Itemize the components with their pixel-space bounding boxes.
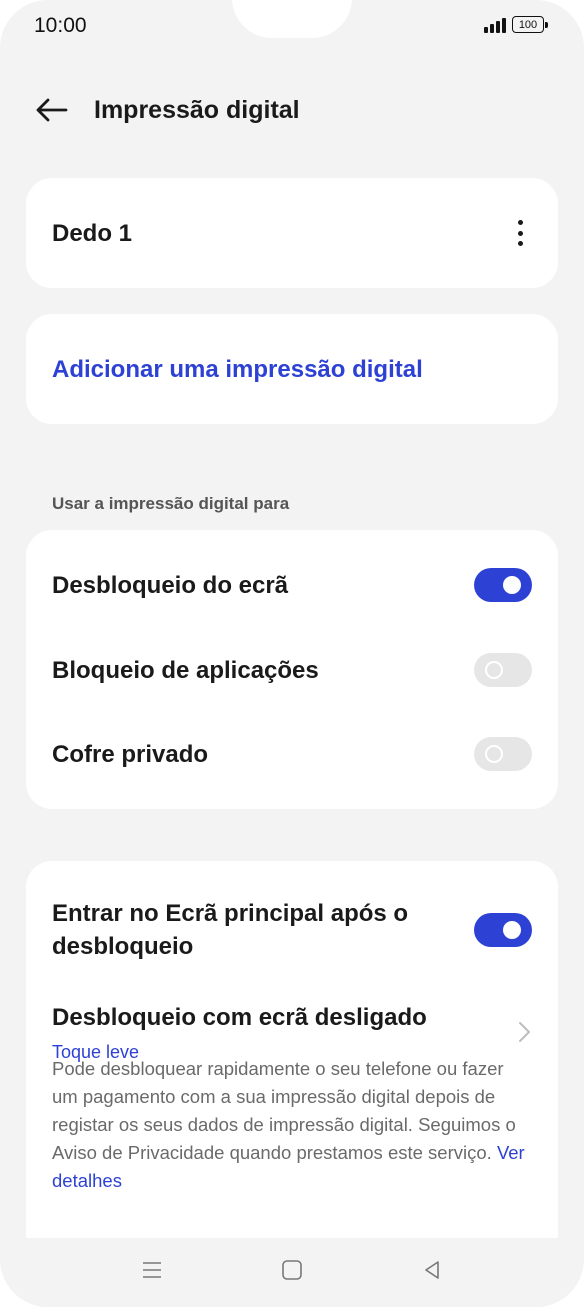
app-header: Impressão digital	[0, 86, 584, 134]
description-body: Pode desbloquear rapidamente o seu telef…	[52, 1058, 516, 1163]
row-private-safe[interactable]: Cofre privado	[52, 737, 532, 771]
row-screen-off-unlock[interactable]: Desbloqueio com ecrã desligado Toque lev…	[52, 1001, 532, 1063]
menu-button[interactable]	[132, 1250, 172, 1290]
row-text: Desbloqueio com ecrã desligado Toque lev…	[52, 1001, 427, 1063]
row-label-line2: desbloqueio	[52, 933, 194, 960]
home-after-unlock-toggle[interactable]	[474, 913, 532, 947]
row-app-lock[interactable]: Bloqueio de aplicações	[52, 653, 532, 687]
row-label: Desbloqueio com ecrã desligado	[52, 1004, 427, 1031]
home-button[interactable]	[272, 1250, 312, 1290]
row-label-line1: Entrar no Ecrã principal após o	[52, 900, 409, 927]
camera-notch	[232, 0, 352, 38]
section-label: Usar a impressão digital para	[52, 494, 290, 513]
fingerprint-name: Dedo 1	[52, 220, 133, 247]
more-dot-icon	[517, 220, 523, 225]
back-arrow-icon	[36, 98, 68, 122]
phone-screen: 10:00 100 Impressão digital Dedo 1 Adici…	[0, 0, 584, 1307]
battery-icon: 100	[512, 16, 548, 33]
description-text: Pode desbloquear rapidamente o seu telef…	[52, 1055, 534, 1195]
home-square-icon	[282, 1260, 302, 1280]
status-icons: 100	[484, 16, 548, 33]
navigation-bar	[0, 1238, 584, 1307]
more-options-button[interactable]	[508, 216, 532, 250]
menu-icon	[143, 1262, 161, 1278]
fingerprint-card[interactable]: Dedo 1	[26, 178, 558, 288]
row-label: Desbloqueio do ecrã	[52, 571, 289, 599]
row-home-after-unlock[interactable]: Entrar no Ecrã principal após o desbloqu…	[52, 897, 532, 963]
back-button[interactable]	[34, 94, 70, 126]
row-label: Cofre privado	[52, 740, 209, 768]
row-label: Bloqueio de aplicações	[52, 656, 319, 684]
row-label: Entrar no Ecrã principal após o desbloqu…	[52, 897, 408, 963]
more-dot-icon	[517, 230, 523, 236]
more-settings-card: Entrar no Ecrã principal após o desbloqu…	[26, 861, 558, 1261]
add-fingerprint-card[interactable]: Adicionar uma impressão digital	[26, 314, 558, 424]
add-fingerprint-link[interactable]: Adicionar uma impressão digital	[52, 356, 423, 384]
back-triangle-icon	[425, 1261, 439, 1279]
battery-level: 100	[518, 18, 538, 31]
private-safe-toggle[interactable]	[474, 737, 532, 771]
signal-icon	[484, 17, 506, 33]
back-nav-button[interactable]	[412, 1250, 452, 1290]
use-fingerprint-card: Desbloqueio do ecrã Bloqueio de aplicaçõ…	[26, 530, 558, 809]
status-time: 10:00	[34, 14, 87, 37]
screen-unlock-toggle[interactable]	[474, 568, 532, 602]
row-screen-unlock[interactable]: Desbloqueio do ecrã	[52, 568, 532, 602]
chevron-right-icon	[519, 1022, 530, 1042]
page-title: Impressão digital	[94, 96, 300, 124]
app-lock-toggle[interactable]	[474, 653, 532, 687]
more-dot-icon	[517, 241, 523, 246]
